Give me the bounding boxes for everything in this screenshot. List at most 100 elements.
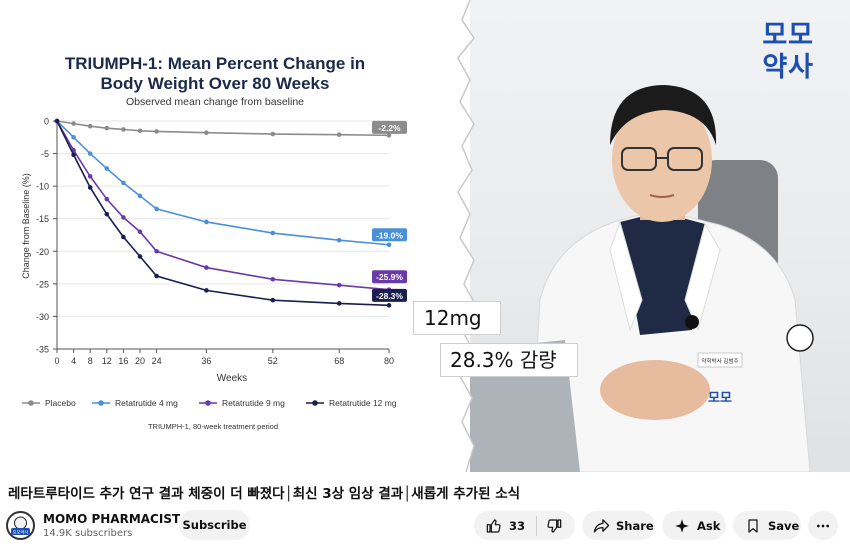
data-point <box>154 129 159 134</box>
chart-footnote: TRIUMPH-1, 80-week treatment period <box>148 422 278 431</box>
name-badge-text: 약학박사 김범주 <box>701 357 738 365</box>
x-tick-label: 80 <box>384 356 394 366</box>
data-point <box>386 242 392 248</box>
data-point <box>121 234 126 240</box>
x-tick-label: 12 <box>102 356 112 366</box>
data-point <box>137 128 143 134</box>
data-point <box>154 248 159 254</box>
thumbs-up-icon <box>486 518 501 533</box>
end-value-label: -25.9% <box>376 272 403 282</box>
like-dislike-group: 33 <box>474 511 575 540</box>
thumbs-down-icon <box>547 518 562 533</box>
x-tick-label: 16 <box>118 356 128 366</box>
data-point <box>71 121 76 126</box>
share-label: Share <box>616 518 654 533</box>
data-point <box>270 297 276 303</box>
channel-name[interactable]: MOMO PHARMACIST <box>43 512 180 526</box>
data-point <box>336 132 342 137</box>
torn-paper-edge <box>440 0 477 472</box>
like-count: 33 <box>509 518 526 533</box>
subscribe-button[interactable]: Subscribe <box>179 510 250 540</box>
data-point <box>336 301 342 306</box>
data-point <box>336 282 342 288</box>
y-tick-label: -25 <box>36 279 49 289</box>
brand-line2: 약사 <box>762 52 814 83</box>
legend-label: Placebo <box>45 398 76 408</box>
x-tick-label: 20 <box>135 356 145 366</box>
legend-swatch-dot <box>98 400 104 406</box>
x-tick-label: 36 <box>201 356 211 366</box>
ask-button[interactable]: Ask <box>662 511 726 540</box>
data-point <box>204 219 209 225</box>
x-tick-label: 0 <box>54 356 59 366</box>
y-axis-label: Change from Baseline (%) <box>21 173 31 279</box>
y-tick-label: 0 <box>44 117 49 127</box>
end-value-label: -28.3% <box>376 291 403 301</box>
share-button[interactable]: Share <box>582 511 655 540</box>
data-point <box>137 229 143 235</box>
more-icon <box>817 524 829 527</box>
dose-caption: 12mg <box>413 301 501 335</box>
sparkle-icon <box>675 518 689 533</box>
data-point <box>121 180 126 186</box>
data-point <box>104 166 110 171</box>
legend-label: Retatrutide 12 mg <box>329 398 397 408</box>
more-actions-button[interactable] <box>808 511 838 540</box>
chart-slide: TRIUMPH-1: Mean Percent Change in Body W… <box>0 0 470 472</box>
data-point <box>154 206 159 212</box>
x-tick-label: 68 <box>334 356 344 366</box>
data-point <box>204 265 209 270</box>
x-tick-label: 4 <box>71 356 76 366</box>
data-point <box>87 123 93 129</box>
y-tick-label: -35 <box>36 345 49 355</box>
legend-swatch-dot <box>28 400 34 406</box>
video-player[interactable]: TRIUMPH-1: Mean Percent Change in Body W… <box>0 0 850 472</box>
data-point <box>121 215 126 220</box>
data-point <box>336 237 342 243</box>
legend-swatch-dot <box>205 400 211 406</box>
video-title: 레타트루타이드 추가 연구 결과 체중이 더 빠졌다│최신 3상 임상 결과│새… <box>8 486 521 502</box>
ask-label: Ask <box>697 518 721 533</box>
weight-loss-caption: 28.3% 감량 <box>440 343 578 377</box>
avatar-text: 모모약사 <box>13 529 29 536</box>
series-line <box>56 120 390 246</box>
x-axis-label: Weeks <box>217 373 247 384</box>
legend-label: Retatrutide 9 mg <box>222 398 285 408</box>
channel-avatar[interactable]: 모모약사 <box>6 511 35 540</box>
save-button[interactable]: Save <box>733 511 801 540</box>
end-value-label: -2.2% <box>378 123 401 133</box>
data-point <box>104 125 110 131</box>
data-point <box>54 118 60 124</box>
data-point <box>104 211 110 217</box>
data-point <box>87 185 93 190</box>
data-point <box>154 273 159 279</box>
data-point <box>204 130 209 136</box>
y-tick-label: -15 <box>36 214 49 224</box>
y-tick-label: -5 <box>41 149 49 159</box>
data-point <box>137 254 143 259</box>
y-tick-label: -30 <box>36 312 49 322</box>
line-chart: 0 -5 -10 -15 -20 -25 -30 -35 0 4 8 12 16 20 24 36 52 68 80… <box>21 117 407 431</box>
x-tick-label: 24 <box>152 356 162 366</box>
data-point <box>137 193 143 199</box>
bookmark-icon <box>748 518 758 533</box>
end-value-label: -19.0% <box>376 230 403 240</box>
like-button[interactable]: 33 <box>474 511 536 540</box>
x-tick-label: 8 <box>88 356 93 366</box>
video-info-bar: 레타트루타이드 추가 연구 결과 체중이 더 빠졌다│최신 3상 임상 결과│새… <box>0 472 850 546</box>
data-point <box>87 151 93 156</box>
legend-swatch-dot <box>312 400 318 406</box>
data-point <box>71 152 76 158</box>
dislike-button[interactable] <box>537 511 575 540</box>
y-tick-label: -10 <box>36 182 49 192</box>
legend-label: Retatrutide 4 mg <box>115 398 178 408</box>
channel-brand-logo: 모모 약사 <box>762 20 814 84</box>
mascot-icon <box>786 324 814 352</box>
save-label: Save <box>768 518 800 533</box>
x-tick-label: 52 <box>268 356 278 366</box>
data-point <box>104 196 110 202</box>
data-point <box>270 131 276 137</box>
brand-line1: 모모 <box>762 20 814 51</box>
youtube-watch-page: TRIUMPH-1: Mean Percent Change in Body W… <box>0 0 850 546</box>
data-point <box>87 174 93 179</box>
